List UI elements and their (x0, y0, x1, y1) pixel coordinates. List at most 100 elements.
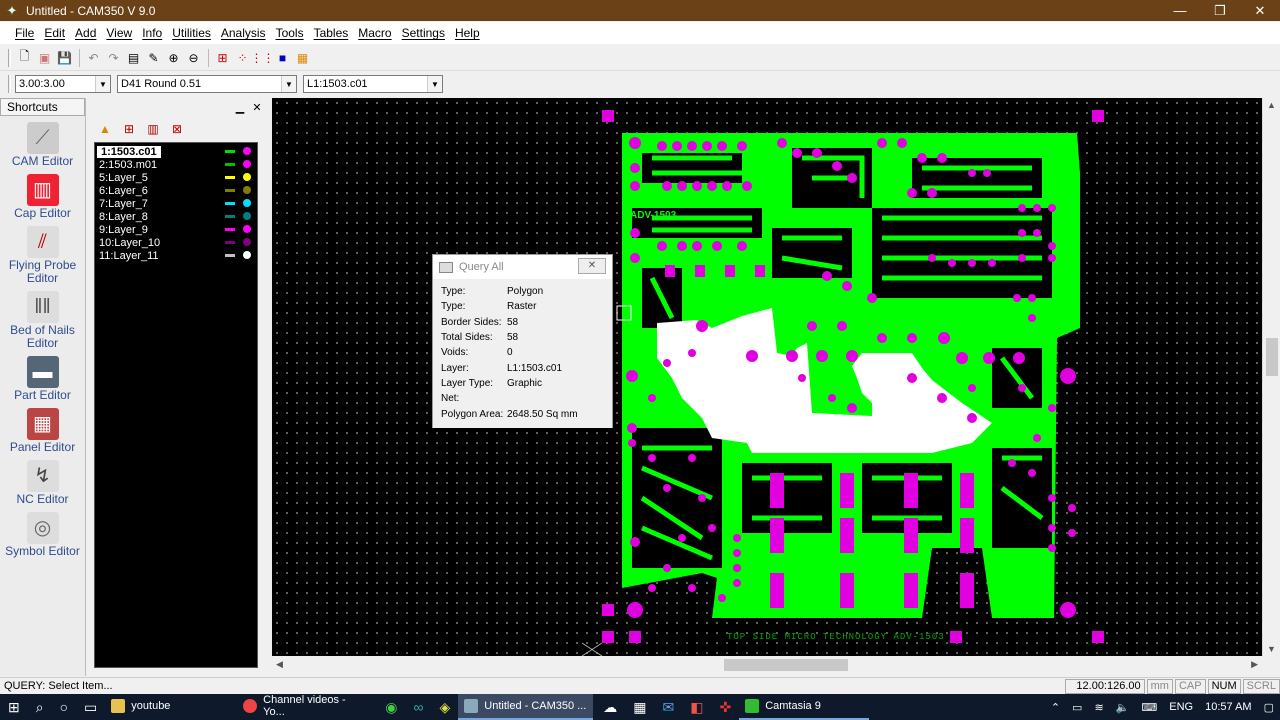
menu-tools[interactable]: Tools (271, 26, 309, 40)
menu-analysis[interactable]: Analysis (216, 26, 271, 40)
layer-row[interactable]: 2:1503.m01 (97, 158, 255, 171)
shortcut-panel-editor[interactable]: ▦ Panel Editor (0, 408, 85, 454)
shortcut-part-editor[interactable]: ▬ Part Editor (0, 356, 85, 402)
layer-row[interactable]: 9:Layer_9 (97, 223, 255, 236)
redraw-icon[interactable]: ▤ (124, 48, 143, 67)
panel-minimize-icon[interactable]: ▁ (233, 101, 247, 115)
layer-color-swatch[interactable] (225, 202, 235, 205)
show-hidden-icons[interactable]: ⌃ (1051, 701, 1060, 714)
volume-icon[interactable]: 🔈 (1116, 701, 1130, 714)
layer-row[interactable]: 1:1503.c01 (97, 145, 255, 158)
pcb-canvas[interactable]: ADV-1503 TOP SIDE MICRO TECHNOLOGY ADV-1… (272, 98, 1262, 656)
taskbar-app-camtasia[interactable]: Camtasia 9 (739, 694, 870, 720)
grid-icon[interactable]: ⁘ (233, 48, 252, 67)
layer-visibility-toggle[interactable] (243, 212, 251, 220)
layer-color-swatch[interactable] (225, 163, 235, 166)
taskbar-app-folder[interactable]: youtube (105, 694, 235, 720)
layer-visibility-toggle[interactable] (243, 251, 251, 259)
layer-visibility-toggle[interactable] (243, 173, 251, 181)
menu-macro[interactable]: Macro (353, 26, 396, 40)
whatsapp-icon[interactable]: ◉ (377, 694, 405, 720)
shortcut-bed-of-nails-editor[interactable]: ‖‖ Bed of Nails Editor (0, 291, 85, 350)
dialog-close-button[interactable]: ✕ (578, 258, 606, 274)
wifi-icon[interactable]: ≋ (1094, 701, 1103, 714)
windows-start-icon[interactable]: ⊞ (0, 694, 28, 720)
chevron-down-icon[interactable]: ▼ (95, 76, 110, 92)
shortcuts-header[interactable]: Shortcuts (0, 98, 85, 116)
snap-grid-icon[interactable]: ⊞ (213, 48, 232, 67)
arduino-icon[interactable]: ∞ (406, 694, 432, 720)
network-icon[interactable]: ▭ (1072, 701, 1082, 714)
layer-visibility-toggle[interactable] (243, 225, 251, 233)
layer-row[interactable]: 8:Layer_8 (97, 210, 255, 223)
cortana-icon[interactable]: ○ (52, 694, 76, 720)
horizontal-scroll-thumb[interactable] (724, 659, 848, 671)
scroll-left-icon[interactable]: ◀ (276, 659, 283, 670)
scroll-up-icon[interactable]: ▲ (1267, 100, 1276, 110)
layer-color-swatch[interactable] (225, 228, 235, 231)
layer-color-swatch[interactable] (225, 215, 235, 218)
layer-add-icon[interactable]: ⊞ (120, 122, 138, 138)
layer-open-icon[interactable]: ▲ (96, 122, 114, 138)
pan-icon[interactable]: ✎ (144, 48, 163, 67)
layer-color-swatch[interactable] (225, 241, 235, 244)
zoom-out-icon[interactable]: ⊖ (184, 48, 203, 67)
chevron-down-icon[interactable]: ▼ (281, 76, 296, 92)
panel-close-icon[interactable]: ✕ (250, 101, 264, 115)
horizontal-scrollbar[interactable]: ◀ ▶ (272, 656, 1262, 674)
notifications-icon[interactable]: ▢ (1264, 701, 1274, 714)
mail-icon[interactable]: ✉ (655, 694, 683, 720)
layer-visibility-toggle[interactable] (243, 147, 251, 155)
menu-tables[interactable]: Tables (309, 26, 354, 40)
taskbar-app-cam350[interactable]: Untitled - CAM350 ... (458, 694, 594, 720)
layer-color-swatch[interactable] (225, 189, 235, 192)
layer-row[interactable]: 5:Layer_5 (97, 171, 255, 184)
layer-color-swatch[interactable] (225, 176, 235, 179)
layer-visibility-toggle[interactable] (243, 186, 251, 194)
layer-row[interactable]: 11:Layer_11 (97, 249, 255, 262)
visible-grid-icon[interactable]: ⋮⋮ (251, 48, 275, 67)
vertical-scroll-thumb[interactable] (1266, 338, 1278, 376)
calculator-icon[interactable]: ▦ (625, 694, 654, 720)
menu-settings[interactable]: Settings (397, 26, 450, 40)
language-indicator[interactable]: ENG (1169, 701, 1193, 713)
maximize-button[interactable]: ❐ (1200, 0, 1240, 21)
layer-table-icon[interactable]: ▦ (293, 48, 312, 67)
shortcut-symbol-editor[interactable]: ◎ Symbol Editor (0, 512, 85, 558)
undo-icon[interactable]: ↶ (84, 48, 103, 67)
shortcut-cam-editor[interactable]: ⟋ CAM Editor (0, 122, 85, 168)
open-file-icon[interactable]: ▣ (35, 48, 54, 67)
shortcut-cap-editor[interactable]: ▥ Cap Editor (0, 174, 85, 220)
menu-edit[interactable]: Edit (39, 26, 70, 40)
redo-icon[interactable]: ↷ (104, 48, 123, 67)
new-file-icon[interactable]: 🗋 (15, 48, 34, 67)
taskbar-app-chrome[interactable]: Channel videos - Yo... (237, 694, 375, 720)
menu-info[interactable]: Info (137, 26, 167, 40)
menu-view[interactable]: View (101, 26, 137, 40)
app-icon[interactable]: ✜ (711, 694, 739, 720)
menu-utilities[interactable]: Utilities (167, 26, 216, 40)
scroll-right-icon[interactable]: ▶ (1251, 659, 1258, 670)
shortcut-flying-probe-editor[interactable]: ⫽ Flying Probe Editor (0, 226, 85, 285)
scale-select[interactable]: 3.00:3.00 ▼ (15, 75, 111, 93)
toolbar-grip[interactable] (8, 48, 11, 67)
layer-delete-icon[interactable]: ⊠ (168, 122, 186, 138)
search-icon[interactable]: ⌕ (28, 694, 52, 720)
menu-add[interactable]: Add (70, 26, 101, 40)
zoom-in-icon[interactable]: ⊕ (164, 48, 183, 67)
layer-visibility-toggle[interactable] (243, 199, 251, 207)
menu-help[interactable]: Help (450, 26, 485, 40)
menu-file[interactable]: File (10, 26, 39, 40)
minimize-button[interactable]: — (1160, 0, 1200, 21)
office-icon[interactable]: ◧ (682, 694, 711, 720)
layer-visibility-toggle[interactable] (243, 160, 251, 168)
layer-color-swatch[interactable] (225, 150, 235, 153)
layer-visibility-toggle[interactable] (243, 238, 251, 246)
layer-color-swatch[interactable] (225, 254, 235, 257)
save-icon[interactable]: 💾 (55, 48, 74, 67)
shortcut-nc-editor[interactable]: ↯ NC Editor (0, 460, 85, 506)
vertical-scrollbar[interactable]: ▲ ▼ (1262, 98, 1280, 656)
layer-select[interactable]: L1:1503.c01 ▼ (303, 75, 443, 93)
aperture-select[interactable]: D41 Round 0.51 ▼ (117, 75, 297, 93)
layer-row[interactable]: 7:Layer_7 (97, 197, 255, 210)
